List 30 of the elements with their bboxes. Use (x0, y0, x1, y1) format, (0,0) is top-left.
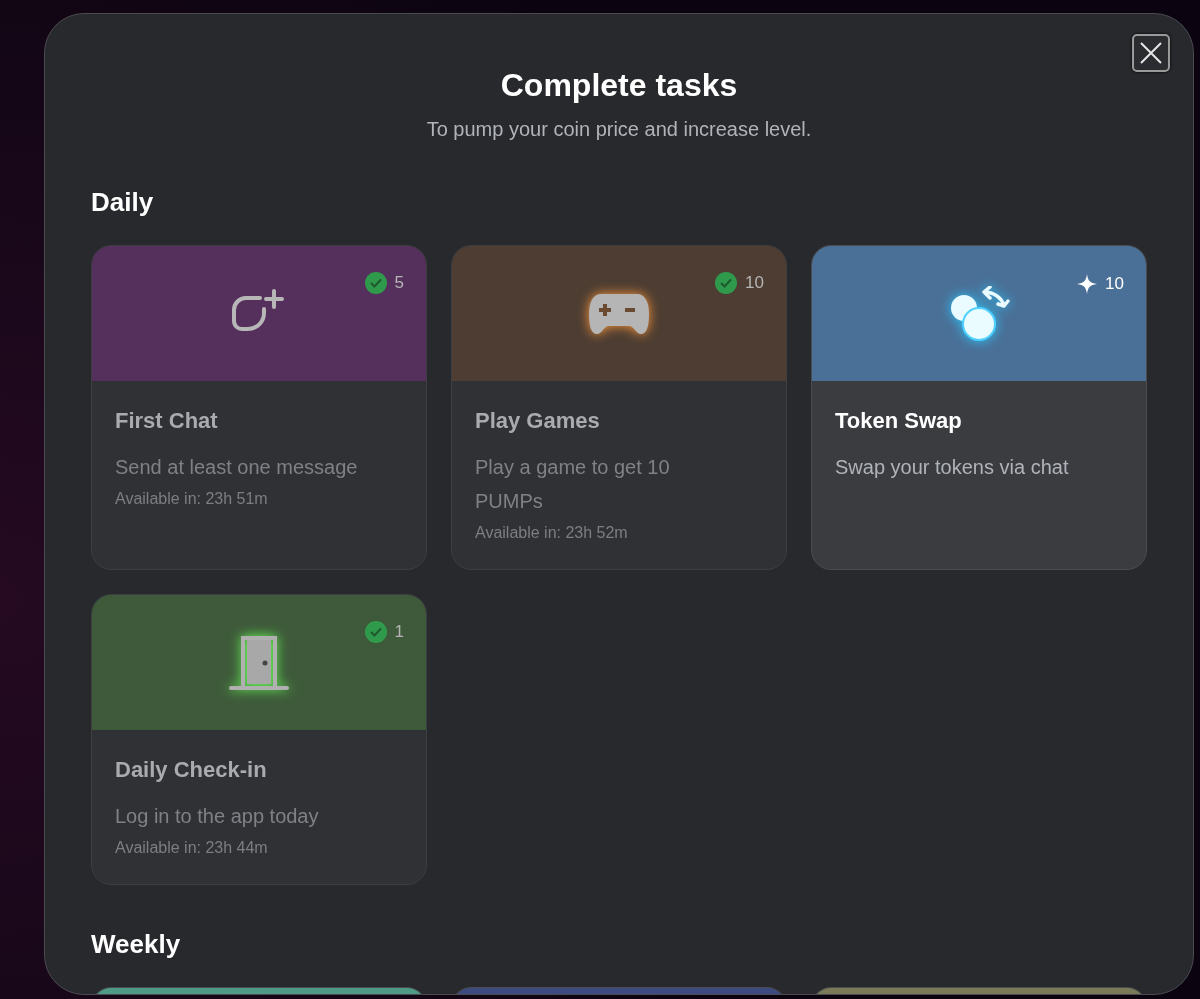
task-description: Send at least one message (115, 455, 359, 480)
close-button[interactable] (1132, 34, 1170, 72)
availability-timer: Available in: 23h 44m (115, 839, 269, 857)
check-circle-icon (364, 272, 387, 294)
task-title: Play Games (475, 408, 601, 434)
section-heading: Daily (91, 187, 155, 217)
modal-subtitle: To pump your coin price and increase level. (425, 118, 813, 141)
reward-points: 10 (1105, 274, 1124, 294)
close-icon (1138, 40, 1164, 66)
task-card[interactable]: 1 Daily Check-in Log in to the app today Available in: 23h 44m (91, 594, 427, 885)
task-description: Play a game to get 10 PUMPs (475, 455, 671, 514)
task-description: Swap your tokens via chat (835, 455, 1070, 480)
door-icon (229, 633, 289, 692)
task-card[interactable]: 10 Play Games Play a game to get 10 PUMPs Available in: 23h 52m (451, 245, 787, 570)
task-title: Token Swap (835, 408, 963, 434)
reward-points: 1 (394, 622, 404, 642)
task-description: Log in to the app today (115, 804, 320, 829)
reward-points: 5 (394, 273, 404, 293)
availability-timer: Available in: 23h 51m (115, 490, 269, 508)
check-circle-icon (715, 272, 738, 294)
check-circle-icon (364, 621, 387, 643)
task-title: First Chat (115, 408, 219, 434)
section-heading: Weekly (91, 929, 182, 959)
availability-timer: Available in: 23h 52m (475, 524, 629, 542)
task-card[interactable]: 5 First Chat Send at least one message Available in: 23h 51m (91, 245, 427, 570)
modal-title: Complete tasks (499, 66, 739, 104)
task-card[interactable]: 10 Token Swap Swap your tokens via chat (811, 245, 1147, 570)
task-title: Daily Check-in (115, 757, 268, 783)
sparkle-icon (1077, 274, 1098, 294)
reward-points: 10 (745, 273, 764, 293)
